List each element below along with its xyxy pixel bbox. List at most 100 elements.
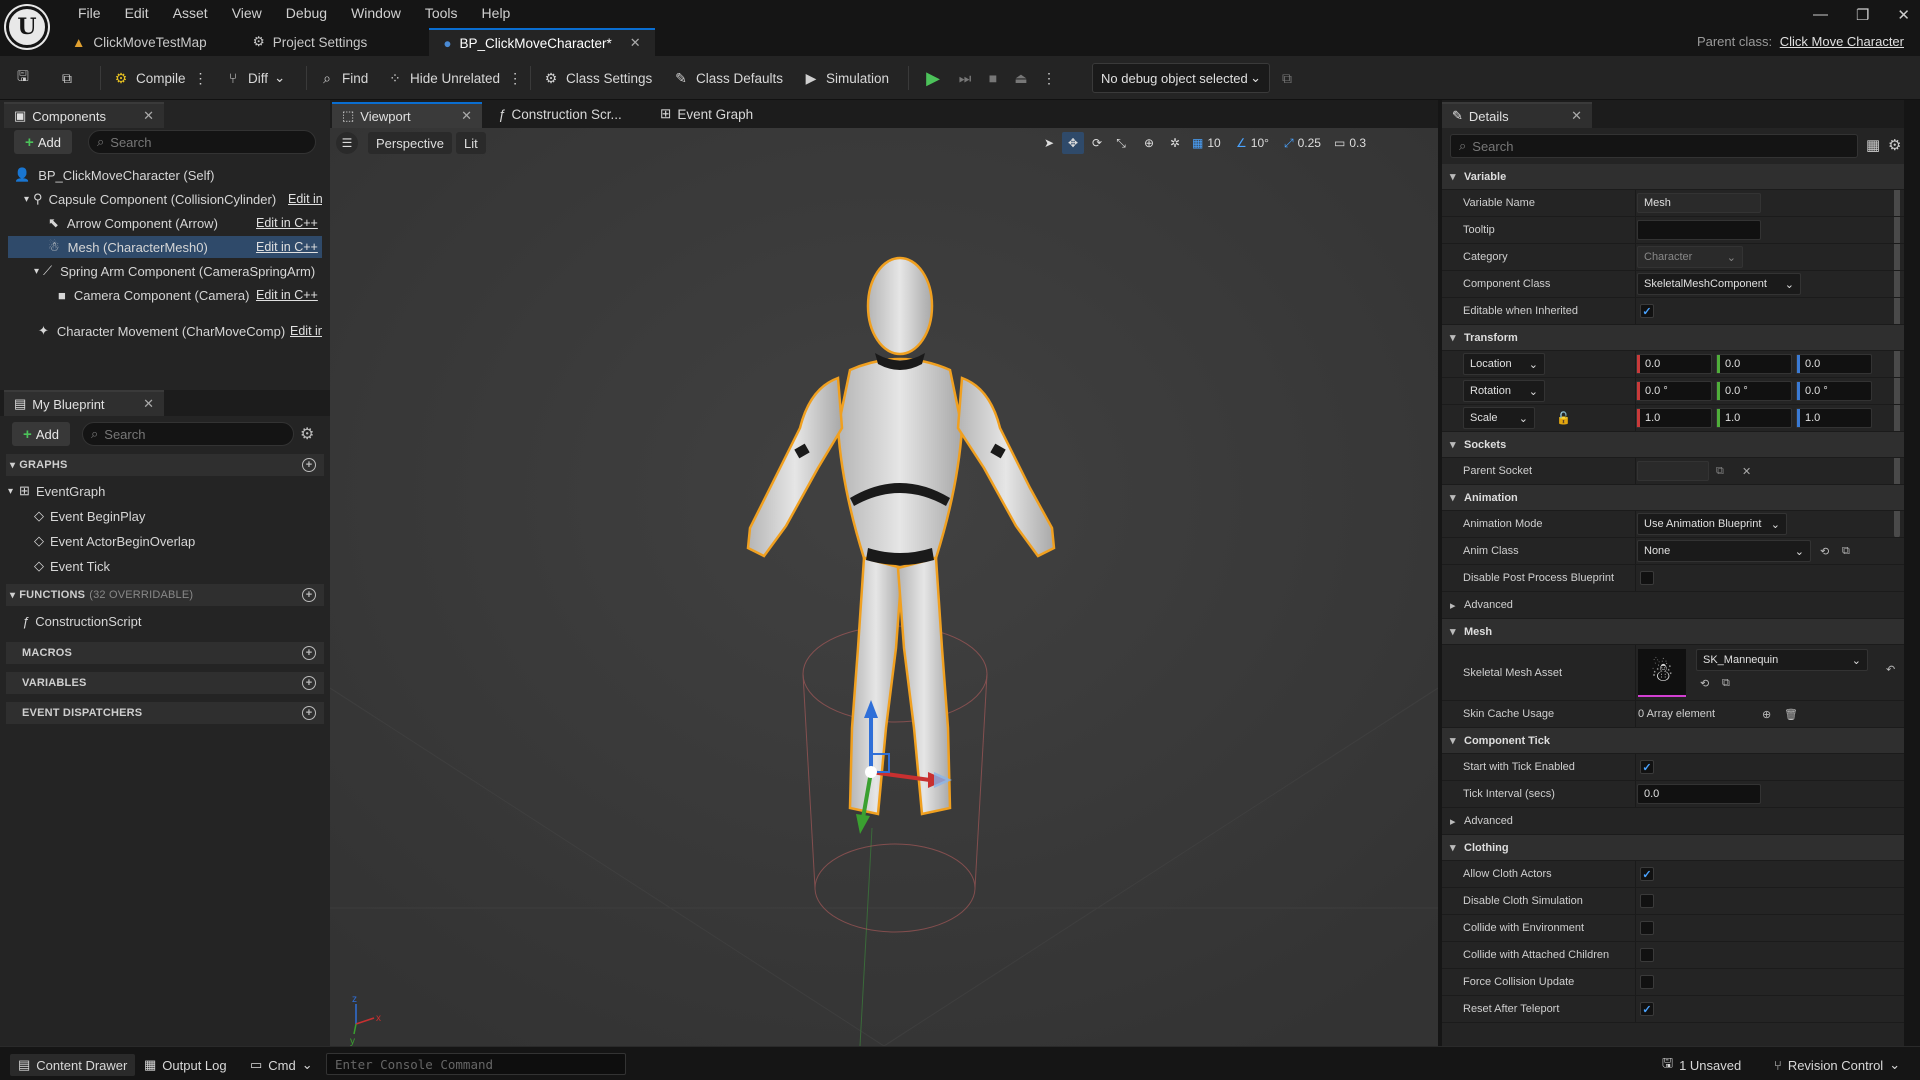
tab-components[interactable]: ▣ Components ✕ <box>4 102 164 128</box>
tab-map[interactable]: ▲ ClickMoveTestMap <box>58 28 221 56</box>
details-search-input[interactable] <box>1472 138 1857 154</box>
find-button[interactable]: ⌕ Find <box>318 66 368 90</box>
tree-item-event-beginplay[interactable]: ◇ Event BeginPlay <box>34 505 145 527</box>
hide-unrelated-button[interactable]: ⁘ Hide Unrelated ⋮ <box>386 66 524 90</box>
start-tick-checkbox[interactable]: ✓ <box>1640 760 1654 774</box>
output-log-button[interactable]: ▦ Output Log <box>144 1054 227 1076</box>
menu-file[interactable]: File <box>66 4 113 22</box>
location-x-field[interactable]: 0.0 <box>1636 354 1712 374</box>
cmd-dropdown[interactable]: ▭ Cmd ⌄ <box>250 1054 313 1076</box>
scale-mode-button[interactable]: ⤡ <box>1110 132 1132 154</box>
tooltip-field[interactable] <box>1637 220 1761 240</box>
play-options-button[interactable]: ⋮ <box>1040 66 1058 90</box>
disable-post-process-checkbox[interactable] <box>1640 571 1654 585</box>
use-selected-icon[interactable]: ⟲ <box>1820 545 1829 558</box>
coordinate-space-button[interactable]: ⊕ <box>1138 132 1160 154</box>
location-y-field[interactable]: 0.0 <box>1716 354 1792 374</box>
scale-snap-button[interactable]: ⤢ 0.25 <box>1284 132 1321 154</box>
browse-icon[interactable]: ⧉ <box>1722 677 1730 690</box>
allow-cloth-checkbox[interactable]: ✓ <box>1640 867 1654 881</box>
tab-project-settings[interactable]: ⚙ Project Settings <box>239 28 382 56</box>
scale-y-field[interactable]: 1.0 <box>1716 408 1792 428</box>
add-circle-icon[interactable]: + <box>302 706 316 720</box>
gear-icon[interactable]: ⚙ <box>300 424 314 444</box>
lock-icon[interactable]: 🔓 <box>1556 411 1571 425</box>
edit-in-cpp-link[interactable]: Edit in C++ <box>256 240 318 254</box>
class-settings-button[interactable]: ⚙ Class Settings <box>542 66 653 90</box>
component-class-dropdown[interactable]: SkeletalMeshComponent ⌄ <box>1637 273 1801 295</box>
add-circle-icon[interactable]: + <box>302 676 316 690</box>
menu-window[interactable]: Window <box>339 4 413 22</box>
close-icon[interactable]: ✕ <box>461 108 472 124</box>
parent-class-link[interactable]: Click Move Character <box>1780 34 1904 49</box>
mesh-thumbnail[interactable]: ☃ <box>1638 649 1686 697</box>
clear-icon[interactable]: ✕ <box>1742 465 1751 478</box>
tick-advanced-section[interactable]: Advanced <box>1442 808 1904 835</box>
transform-section[interactable]: Transform <box>1442 325 1904 351</box>
functions-section[interactable]: ▾ FUNCTIONS (32 OVERRIDABLE) + <box>6 584 324 606</box>
step-button[interactable]: ⏭ <box>956 66 974 90</box>
tree-item-camera[interactable]: ■ Camera Component (Camera) Edit in C++ <box>8 284 322 306</box>
tree-item-mesh[interactable]: ☃ Mesh (CharacterMesh0) Edit in C++ <box>8 236 322 258</box>
revision-control-button[interactable]: ⑂ Revision Control ⌄ <box>1774 1054 1900 1076</box>
add-blueprint-item-button[interactable]: + Add <box>12 422 70 446</box>
stop-button[interactable]: ■ <box>984 66 1002 90</box>
my-blueprint-search-input[interactable] <box>104 426 293 442</box>
browse-icon[interactable]: ⧉ <box>1716 465 1724 478</box>
scale-dropdown[interactable]: Scale ⌄ <box>1463 407 1535 429</box>
category-dropdown[interactable]: Character ⌄ <box>1637 246 1743 268</box>
unsaved-button[interactable]: 🖫 1 Unsaved <box>1662 1054 1741 1076</box>
save-button[interactable]: 🖫 <box>14 66 32 90</box>
menu-debug[interactable]: Debug <box>274 4 339 22</box>
tab-construction-script[interactable]: ƒ Construction Scr... <box>498 102 622 126</box>
close-icon[interactable]: ✕ <box>1571 108 1582 124</box>
tree-item-character-movement[interactable]: ✦ Character Movement (CharMoveComp) Edit i… <box>8 320 322 342</box>
trash-icon[interactable]: 🗑 <box>1784 708 1798 721</box>
tree-item-spring-arm[interactable]: ▾ ⟋ Spring Arm Component (CameraSpringArm) <box>8 260 322 282</box>
mesh-section[interactable]: Mesh <box>1442 619 1904 645</box>
close-icon[interactable]: ✕ <box>630 35 641 51</box>
menu-help[interactable]: Help <box>470 4 523 22</box>
reset-icon[interactable]: ↶ <box>1886 663 1895 676</box>
parent-socket-field[interactable] <box>1637 461 1709 481</box>
edit-in-cpp-link[interactable]: Edit in C++ <box>288 192 322 206</box>
location-z-field[interactable]: 0.0 <box>1796 354 1872 374</box>
unreal-logo-icon[interactable]: U <box>6 6 48 48</box>
component-tick-section[interactable]: Component Tick <box>1442 728 1904 754</box>
console-input[interactable]: Enter Console Command <box>326 1053 626 1075</box>
menu-view[interactable]: View <box>220 4 274 22</box>
surface-snap-button[interactable]: ✲ <box>1164 132 1186 154</box>
rotate-mode-button[interactable]: ⟳ <box>1086 132 1108 154</box>
translate-mode-button[interactable]: ✥ <box>1062 132 1084 154</box>
viewport[interactable]: x y z ☰ Perspective Lit ➤ ✥ ⟳ ⤡ ⊕ ✲ ▦ 10 … <box>330 128 1438 1046</box>
clothing-section[interactable]: Clothing <box>1442 835 1904 861</box>
grid-snap-button[interactable]: ▦ 10 <box>1192 132 1221 154</box>
table-view-icon[interactable]: ▦ <box>1866 136 1880 154</box>
tree-item-construction-script[interactable]: ƒ ConstructionScript <box>22 610 141 632</box>
compile-button[interactable]: ⚙ Compile ⋮ <box>112 66 210 90</box>
debug-object-select[interactable]: No debug object selected ⌄ <box>1092 63 1270 93</box>
content-drawer-button[interactable]: ▤ Content Drawer <box>10 1054 136 1076</box>
add-component-button[interactable]: + Add <box>14 130 72 154</box>
editable-inherited-checkbox[interactable]: ✓ <box>1640 304 1654 318</box>
details-search[interactable]: ⌕ <box>1450 134 1858 158</box>
rotation-dropdown[interactable]: Rotation ⌄ <box>1463 380 1545 402</box>
macros-section[interactable]: MACROS + <box>6 642 324 664</box>
rotation-y-field[interactable]: 0.0 ° <box>1716 381 1792 401</box>
minimize-icon[interactable]: — <box>1813 6 1828 24</box>
menu-tools[interactable]: Tools <box>413 4 470 22</box>
disable-cloth-checkbox[interactable] <box>1640 894 1654 908</box>
menu-edit[interactable]: Edit <box>113 4 161 22</box>
browse-button[interactable]: ⧉ <box>58 66 76 90</box>
tree-item-event-actorbeginoverlap[interactable]: ◇ Event ActorBeginOverlap <box>34 530 195 552</box>
tab-event-graph[interactable]: ⊞ Event Graph <box>660 102 753 126</box>
use-selected-icon[interactable]: ⟲ <box>1700 677 1709 690</box>
force-collision-checkbox[interactable] <box>1640 975 1654 989</box>
components-search-input[interactable] <box>110 134 315 150</box>
restore-icon[interactable]: ❐ <box>1856 6 1869 24</box>
close-icon[interactable]: ✕ <box>143 108 154 124</box>
close-icon[interactable]: ✕ <box>143 396 154 412</box>
rotation-z-field[interactable]: 0.0 ° <box>1796 381 1872 401</box>
lit-button[interactable]: Lit <box>456 132 486 154</box>
rotation-snap-button[interactable]: ∠ 10° <box>1236 132 1269 154</box>
